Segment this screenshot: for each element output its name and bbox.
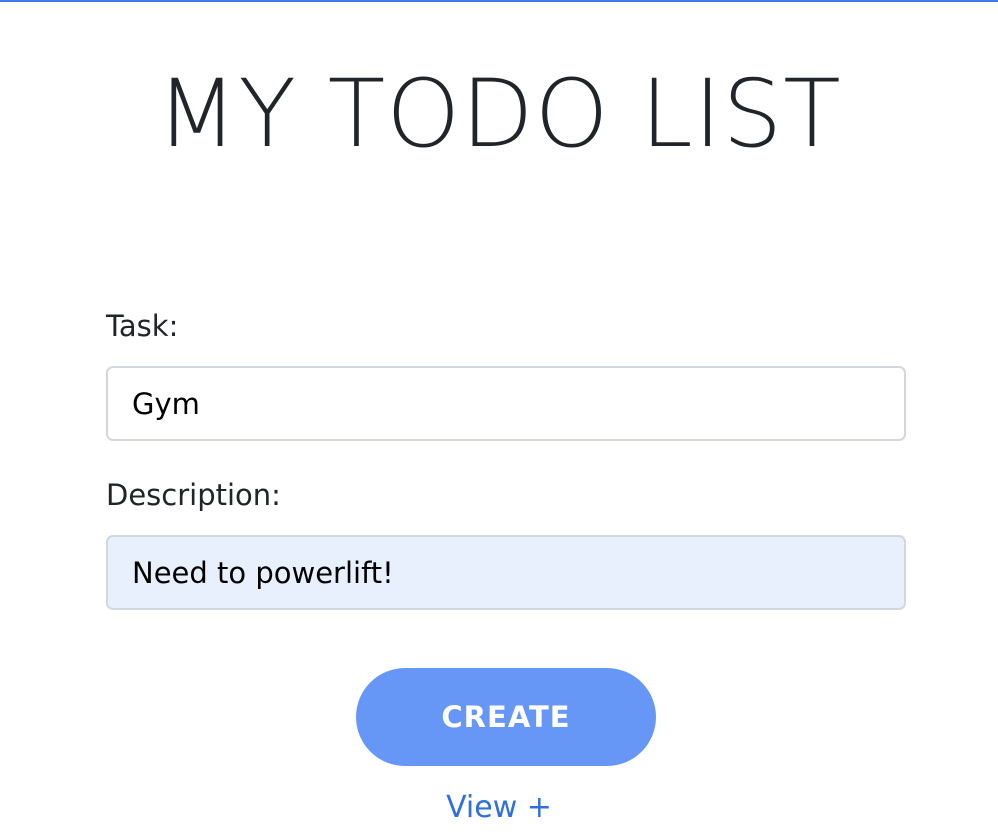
create-button[interactable]: CREATE	[356, 668, 656, 766]
task-label: Task:	[106, 309, 179, 343]
description-input[interactable]	[106, 535, 906, 610]
description-label: Description:	[106, 478, 281, 512]
task-input[interactable]	[106, 366, 906, 441]
todo-page: MY TODO LIST Task: Description: CREATE V…	[0, 0, 998, 840]
view-link[interactable]: View +	[0, 786, 998, 830]
page-title: MY TODO LIST	[156, 60, 842, 169]
create-todo-form: Task: Description:	[106, 306, 906, 610]
